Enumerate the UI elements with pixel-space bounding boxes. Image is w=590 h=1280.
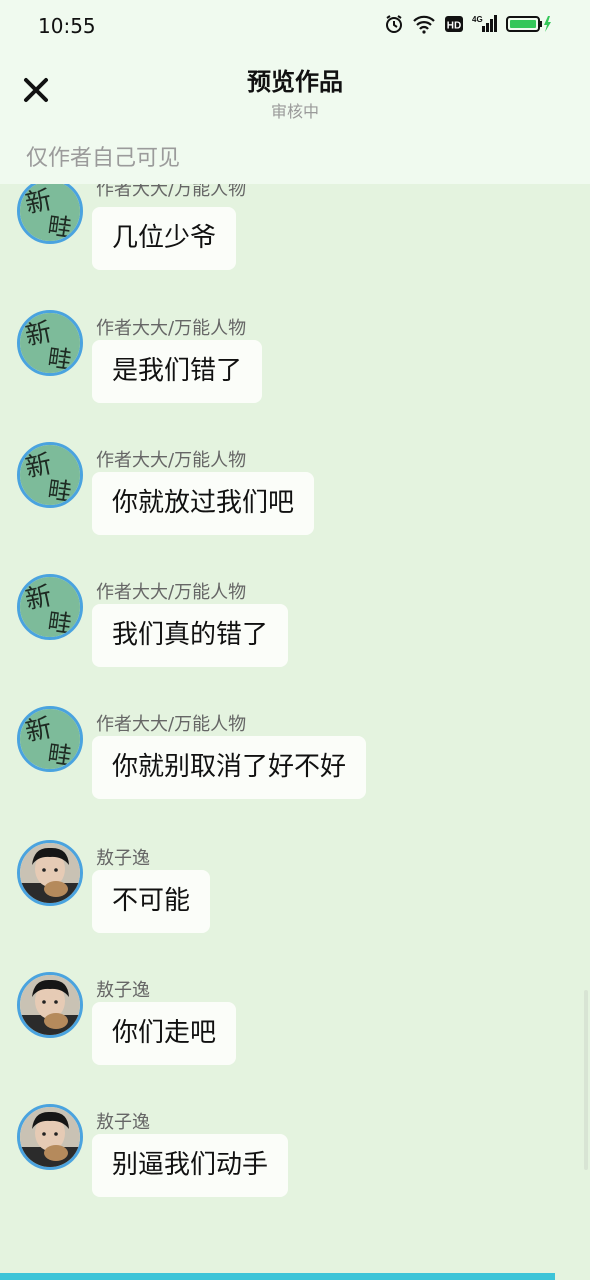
message-item: 敖子逸 不可能 (0, 840, 590, 960)
sender-avatar[interactable] (17, 972, 83, 1038)
message-item: 新畦 作者大大/万能人物 我们真的错了 (0, 574, 590, 694)
status-time: 10:55 (38, 14, 96, 38)
svg-text:畦: 畦 (46, 211, 74, 241)
app-header: 预览作品 审核中 仅作者自己可见 (0, 52, 590, 184)
page-title: 预览作品 (247, 68, 343, 96)
sender-name: 作者大大/万能人物 (96, 582, 247, 603)
message-item: 新畦 作者大大/万能人物 你就别取消了好不好 (0, 706, 590, 826)
sender-name: 作者大大/万能人物 (96, 318, 247, 339)
message-bubble[interactable]: 你就放过我们吧 (92, 472, 315, 535)
signal-4g-icon: 4G (472, 14, 498, 34)
status-bar: 10:55 HD 4G (0, 0, 590, 52)
sender-avatar[interactable]: 新畦 (17, 706, 83, 772)
review-status: 审核中 (270, 102, 319, 121)
sender-name: 作者大大/万能人物 (96, 714, 247, 735)
message-bubble[interactable]: 几位少爷 (92, 207, 237, 270)
sender-avatar[interactable]: 新畦 (17, 310, 83, 376)
svg-text:HD: HD (447, 21, 461, 32)
sender-name: 敖子逸 (96, 980, 150, 1001)
battery-charging-icon (506, 14, 554, 34)
alarm-icon (384, 14, 404, 34)
message-bubble[interactable]: 是我们错了 (92, 340, 263, 403)
message-item: 新畦 作者大大/万能人物 你就放过我们吧 (0, 442, 590, 562)
message-bubble[interactable]: 我们真的错了 (92, 604, 289, 667)
scrollbar[interactable] (584, 990, 588, 1170)
svg-text:4G: 4G (472, 15, 483, 24)
hd-icon: HD (444, 14, 464, 34)
bottom-progress-bar (0, 1273, 555, 1280)
svg-text:畦: 畦 (46, 607, 74, 637)
status-icons: HD 4G (384, 14, 554, 34)
sender-avatar[interactable]: 新畦 (17, 442, 83, 508)
svg-text:畦: 畦 (46, 343, 74, 373)
message-bubble[interactable]: 你就别取消了好不好 (92, 736, 367, 799)
message-item: 新畦 作者大大/万能人物 几位少爷 (0, 184, 590, 298)
message-bubble[interactable]: 别逼我们动手 (92, 1134, 289, 1197)
sender-avatar[interactable] (17, 840, 83, 906)
svg-text:畦: 畦 (46, 739, 74, 769)
sender-name: 敖子逸 (96, 1112, 150, 1133)
sender-name: 作者大大/万能人物 (96, 184, 247, 200)
svg-text:畦: 畦 (46, 475, 74, 505)
visibility-note: 仅作者自己可见 (26, 146, 181, 171)
message-item: 敖子逸 你们走吧 (0, 972, 590, 1092)
message-bubble[interactable]: 不可能 (92, 870, 211, 933)
message-item: 敖子逸 别逼我们动手 (0, 1104, 590, 1224)
message-item: 新畦 作者大大/万能人物 是我们错了 (0, 310, 590, 430)
chat-message-list[interactable]: 新畦 作者大大/万能人物 几位少爷 新畦 作者大大/万能人物 是我们错了 新畦 … (0, 184, 590, 1274)
wifi-icon (412, 14, 436, 34)
sender-avatar[interactable]: 新畦 (17, 184, 83, 244)
message-bubble[interactable]: 你们走吧 (92, 1002, 237, 1065)
sender-name: 作者大大/万能人物 (96, 450, 247, 471)
sender-avatar[interactable] (17, 1104, 83, 1170)
sender-avatar[interactable]: 新畦 (17, 574, 83, 640)
sender-name: 敖子逸 (96, 848, 150, 869)
